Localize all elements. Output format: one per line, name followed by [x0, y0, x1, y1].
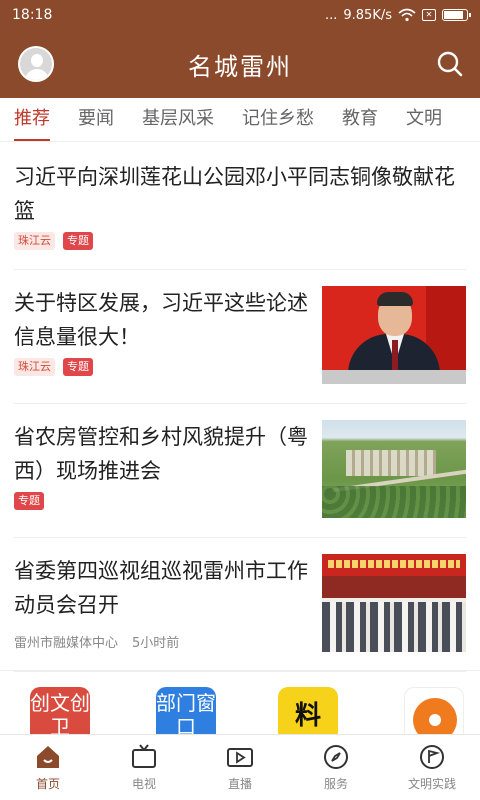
- signal-dots-icon: ...: [324, 7, 338, 23]
- source-tag: 珠江云: [14, 232, 55, 250]
- news-meta: 雷州市融媒体中心 5小时前: [14, 632, 314, 651]
- thumbnail-podium: [322, 370, 466, 384]
- tab-recommend[interactable]: 推荐: [0, 98, 64, 141]
- app-header: 名城雷州: [0, 30, 480, 98]
- special-tag: 专题: [63, 232, 93, 250]
- news-text: 关于特区发展，习近平这些论述信息量很大！ 珠江云 专题: [14, 286, 314, 376]
- avatar-head: [31, 54, 43, 67]
- nav-label: 首页: [35, 777, 60, 791]
- news-headline: 习近平向深圳莲花山公园邓小平同志铜像敬献花篮: [14, 165, 455, 223]
- source-tag: 珠江云: [14, 358, 55, 376]
- battery-icon: [442, 9, 471, 21]
- news-headline: 省委第四巡视组巡视雷州市工作动员会召开: [14, 559, 308, 617]
- status-icons: ... 9.85K/s ✕: [324, 7, 471, 23]
- news-tags: 专题: [14, 492, 314, 510]
- news-feed: 习近平向深圳莲花山公园邓小平同志铜像敬献花篮 珠江云 专题 关于特区发展，习近平…: [0, 142, 480, 672]
- nav-label: 文明实践: [407, 777, 456, 791]
- live-video-icon: [227, 748, 253, 767]
- thumbnail-trees: [322, 486, 466, 518]
- news-headline: 省农房管控和乡村风貌提升（粤西）现场推进会: [14, 425, 308, 483]
- sim-icon: ✕: [422, 9, 436, 21]
- news-thumbnail: [322, 286, 466, 384]
- news-headline: 关于特区发展，习近平这些论述信息量很大！: [14, 291, 308, 349]
- news-source: 雷州市融媒体中心: [14, 636, 119, 651]
- thumbnail-banner-text: [328, 560, 460, 568]
- nav-label: 直播: [227, 777, 252, 791]
- app-title: 名城雷州: [188, 52, 292, 81]
- nav-home[interactable]: 首页: [0, 735, 96, 800]
- tab-nostalgia[interactable]: 记住乡愁: [228, 98, 328, 141]
- department-icon[interactable]: 部门窗口: [156, 687, 216, 734]
- flag-icon: [420, 745, 444, 769]
- compass-icon: [324, 745, 348, 769]
- bottom-nav: 首页 电视 直播 服务 文明实践: [0, 734, 480, 800]
- nav-label: 电视: [131, 777, 156, 791]
- news-text: 省农房管控和乡村风貌提升（粤西）现场推进会 专题: [14, 420, 314, 510]
- search-icon[interactable]: [436, 50, 464, 78]
- news-item[interactable]: 省委第四巡视组巡视雷州市工作动员会召开 雷州市融媒体中心 5小时前: [14, 538, 466, 672]
- network-speed: 9.85K/s: [343, 7, 392, 23]
- tab-news[interactable]: 要闻: [64, 98, 128, 141]
- tab-education[interactable]: 教育: [328, 98, 392, 141]
- news-item[interactable]: 习近平向深圳莲花山公园邓小平同志铜像敬献花篮 珠江云 专题: [14, 142, 466, 270]
- news-thumbnail: [322, 420, 466, 518]
- avatar[interactable]: [18, 46, 54, 82]
- tab-grassroots[interactable]: 基层风采: [128, 98, 228, 141]
- thumbnail-figure-tie: [392, 340, 398, 370]
- broadcast-icon[interactable]: [404, 687, 464, 734]
- news-text: 省委第四巡视组巡视雷州市工作动员会召开 雷州市融媒体中心 5小时前: [14, 554, 314, 651]
- tv-icon: [132, 744, 156, 768]
- thumbnail-village: [346, 450, 436, 476]
- status-bar: 18:18 ... 9.85K/s ✕: [0, 0, 480, 30]
- thumbnail-audience: [322, 602, 466, 652]
- news-tags: 珠江云 专题: [14, 232, 466, 250]
- nav-live[interactable]: 直播: [192, 735, 288, 800]
- news-thumbnail: [322, 554, 466, 652]
- nav-label: 服务: [323, 777, 348, 791]
- service-shortcuts: 创文创卫 部门窗口 料: [0, 670, 480, 734]
- chuangwen-icon[interactable]: 创文创卫: [30, 687, 90, 734]
- special-tag: 专题: [63, 358, 93, 376]
- wifi-icon: [398, 8, 416, 22]
- status-time: 18:18: [12, 7, 53, 23]
- nav-civilization[interactable]: 文明实践: [384, 735, 480, 800]
- special-tag: 专题: [14, 492, 44, 510]
- liao-icon[interactable]: 料: [278, 687, 338, 734]
- news-time: 5小时前: [132, 636, 180, 651]
- thumbnail-figure-hair: [377, 292, 413, 306]
- news-tags: 珠江云 专题: [14, 358, 314, 376]
- nav-tv[interactable]: 电视: [96, 735, 192, 800]
- tab-civilization[interactable]: 文明: [392, 98, 456, 141]
- nav-service[interactable]: 服务: [288, 735, 384, 800]
- avatar-body: [25, 69, 49, 80]
- home-icon: [37, 746, 59, 768]
- thumbnail-stage: [322, 576, 466, 598]
- news-item[interactable]: 关于特区发展，习近平这些论述信息量很大！ 珠江云 专题: [14, 270, 466, 404]
- news-item[interactable]: 省农房管控和乡村风貌提升（粤西）现场推进会 专题: [14, 404, 466, 538]
- channel-tabs: 推荐 要闻 基层风采 记住乡愁 教育 文明: [0, 98, 480, 142]
- broadcast-ring: [413, 698, 457, 734]
